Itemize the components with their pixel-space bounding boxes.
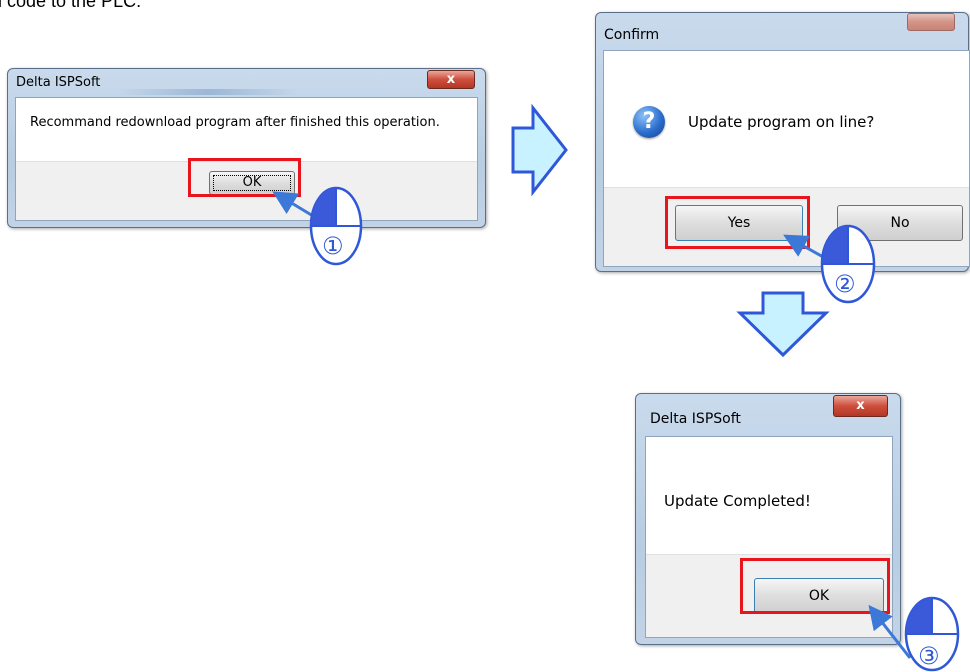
highlight-ok-button-3 (740, 558, 890, 614)
instruction-text: l code to the PLC. (0, 0, 142, 11)
dialog-message: Recommand redownload program after finis… (30, 115, 440, 130)
flow-arrow-down-icon (736, 291, 830, 358)
highlight-ok-button-1 (188, 158, 301, 197)
close-button[interactable]: x (833, 395, 888, 417)
no-button-label: No (890, 215, 910, 231)
question-icon: ? (633, 106, 665, 138)
step-label-2: ② (834, 270, 856, 298)
dialog-message: Update program on line? (688, 113, 875, 131)
close-icon: x (446, 72, 456, 87)
highlight-yes-button (665, 196, 810, 249)
dialog-title: Delta ISPSoft (650, 411, 741, 427)
dialog-delta-ispsoft-recommend: Delta ISPSoft x Recommand redownload pro… (7, 68, 486, 228)
mouse-left-click-icon (904, 596, 960, 672)
close-button[interactable]: x (427, 70, 475, 89)
step-label-3: ③ (918, 642, 940, 670)
dialog-message: Update Completed! (664, 492, 811, 510)
title-bar-smudge (118, 89, 298, 95)
flow-arrow-right-icon (511, 103, 568, 197)
dialog-title: Confirm (604, 27, 660, 43)
step-label-1: ① (322, 232, 344, 260)
dialog-title: Delta ISPSoft (16, 75, 101, 90)
close-button[interactable] (907, 13, 955, 31)
no-button[interactable]: No (837, 205, 963, 241)
close-icon: x (856, 398, 865, 413)
